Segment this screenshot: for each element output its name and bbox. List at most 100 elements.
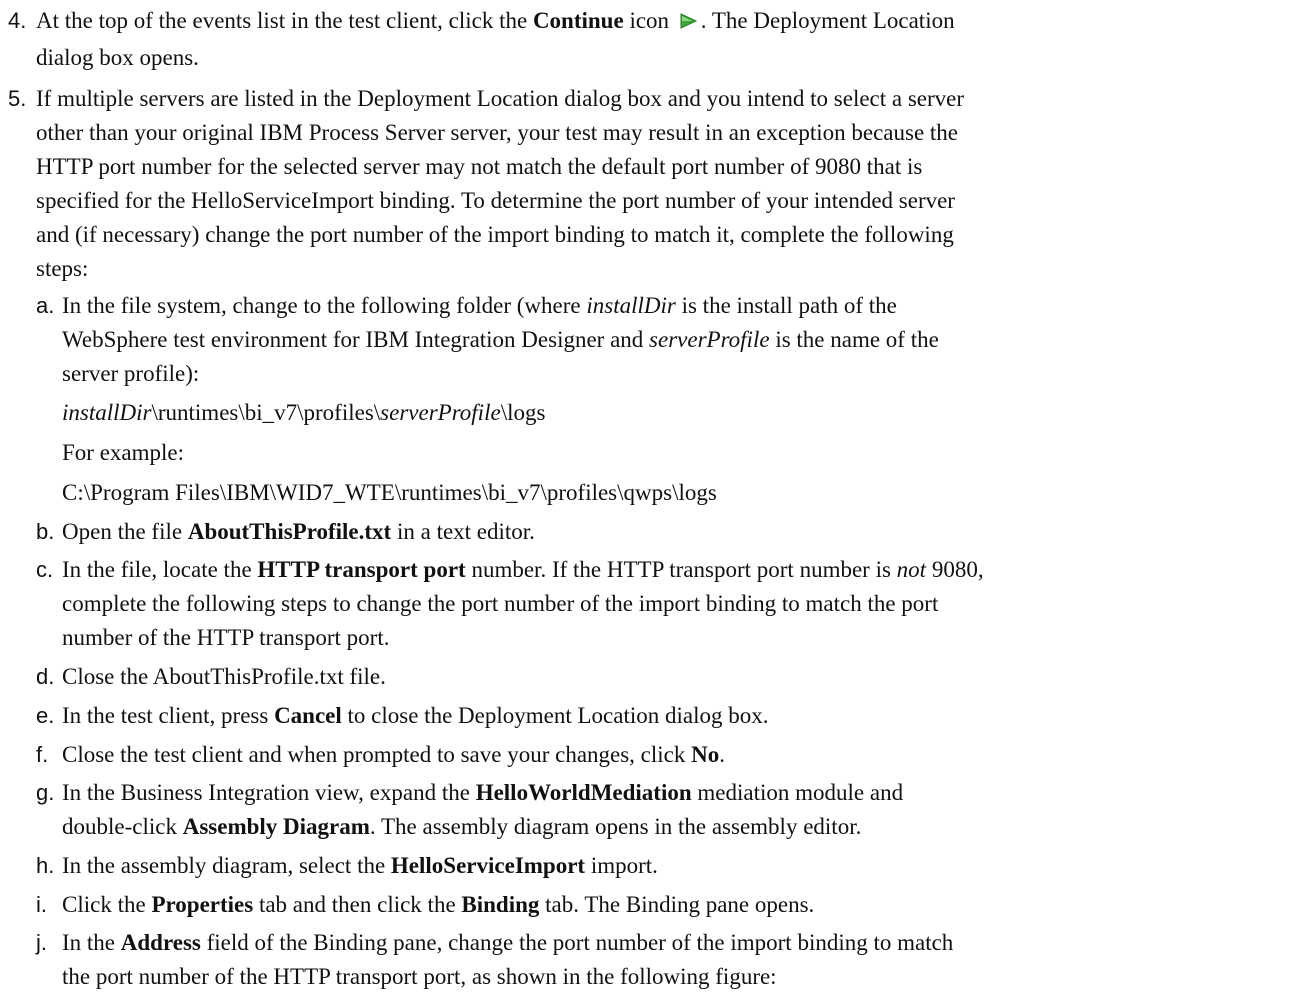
text-run: . The Deployment Location xyxy=(700,8,955,33)
text-line: At the top of the events list in the tes… xyxy=(36,4,955,41)
text-line: specified for the HelloServiceImport bin… xyxy=(36,184,964,218)
bold-term: Assembly Diagram xyxy=(182,814,370,839)
substep-letter: a. xyxy=(36,293,55,318)
text-run: . xyxy=(719,742,726,767)
text-run: In the Business Integration view, expand… xyxy=(62,780,476,805)
example-label: For example: xyxy=(62,436,184,470)
text-run: At the top of the events list in the tes… xyxy=(36,8,533,33)
path-template: installDir\runtimes\bi_v7\profiles\serve… xyxy=(62,396,545,430)
text-run: Close the AboutThisProfile.txt file. xyxy=(62,664,386,689)
text-run: number of the HTTP transport port. xyxy=(62,625,390,650)
text-run: other than your original IBM Process Ser… xyxy=(36,120,958,145)
text-run: HTTP port number for the selected server… xyxy=(36,154,923,179)
text-run: In the assembly diagram, select the xyxy=(62,853,391,878)
text-line: In the assembly diagram, select the Hell… xyxy=(62,849,658,883)
text-run: In the file, locate the xyxy=(62,557,258,582)
bold-term: Binding xyxy=(461,892,540,917)
italic-term: not xyxy=(896,557,927,582)
substep-text: In the Address field of the Binding pane… xyxy=(62,926,953,994)
text-line: Close the test client and when prompted … xyxy=(62,738,725,772)
text-run: Open the file xyxy=(62,519,188,544)
step-number: 5. xyxy=(8,86,27,111)
text-run: In the test client, press xyxy=(62,703,275,728)
text-line: dialog box opens. xyxy=(36,41,955,75)
bold-term: Cancel xyxy=(274,703,342,728)
text-run: If multiple servers are listed in the De… xyxy=(36,86,965,111)
text-run: Click the xyxy=(62,892,152,917)
text-run: specified for the HelloServiceImport bin… xyxy=(36,188,955,213)
text-run: In the file system, change to the follow… xyxy=(62,293,587,318)
step-text: At the top of the events list in the tes… xyxy=(36,4,955,75)
text-line: the port number of the HTTP transport po… xyxy=(62,960,953,994)
text-line: WebSphere test environment for IBM Integ… xyxy=(62,323,939,357)
text-line: For example: xyxy=(62,436,184,470)
text-run: to close the Deployment Location dialog … xyxy=(341,703,769,728)
text-run: 9080, xyxy=(926,557,984,582)
text-line: In the Business Integration view, expand… xyxy=(62,776,903,810)
text-run: dialog box opens. xyxy=(36,45,199,70)
text-line: double-click Assembly Diagram. The assem… xyxy=(62,810,903,844)
substep-text: Close the test client and when prompted … xyxy=(62,738,725,772)
text-run: number. If the HTTP transport port numbe… xyxy=(465,557,897,582)
step-number: 4. xyxy=(8,8,27,33)
substep-text: In the file, locate the HTTP transport p… xyxy=(62,553,984,655)
bold-term: HTTP transport port xyxy=(257,557,466,582)
bold-term: AboutThisProfile.txt xyxy=(187,519,392,544)
italic-term: installDir xyxy=(586,293,676,318)
text-line: steps: xyxy=(36,252,964,286)
italic-term: serverProfile xyxy=(380,400,501,425)
text-line: In the Address field of the Binding pane… xyxy=(62,926,953,960)
substep-letter: f. xyxy=(36,742,49,767)
substep-letter: d. xyxy=(36,664,55,689)
text-run: the port number of the HTTP transport po… xyxy=(62,964,777,989)
continue-icon xyxy=(677,7,699,41)
substep-letter: i. xyxy=(36,892,47,917)
substep-letter: h. xyxy=(36,853,55,878)
text-run: and (if necessary) change the port numbe… xyxy=(36,222,954,247)
text-run: field of the Binding pane, change the po… xyxy=(200,930,954,955)
text-line: If multiple servers are listed in the De… xyxy=(36,82,964,116)
text-run: tab and then click the xyxy=(253,892,462,917)
text-run: Close the test client and when prompted … xyxy=(62,742,692,767)
bold-term: No xyxy=(691,742,720,767)
text-run: server profile): xyxy=(62,361,200,386)
step-text: If multiple servers are listed in the De… xyxy=(36,82,964,286)
italic-term: installDir xyxy=(62,400,152,425)
text-line: complete the following steps to change t… xyxy=(62,587,984,621)
text-run: . The assembly diagram opens in the asse… xyxy=(369,814,862,839)
text-run: WebSphere test environment for IBM Integ… xyxy=(62,327,650,352)
bold-term: HelloWorldMediation xyxy=(475,780,692,805)
substep-letter: j. xyxy=(36,930,47,955)
text-line: other than your original IBM Process Ser… xyxy=(36,116,964,150)
substep-text: Open the file AboutThisProfile.txt in a … xyxy=(62,515,535,549)
substep-text: Close the AboutThisProfile.txt file. xyxy=(62,660,386,694)
text-run: tab. The Binding pane opens. xyxy=(539,892,815,917)
bold-term: HelloServiceImport xyxy=(390,853,586,878)
substep-letter: b. xyxy=(36,519,55,544)
substep-text: Click the Properties tab and then click … xyxy=(62,888,814,922)
substep-text: In the Business Integration view, expand… xyxy=(62,776,903,844)
text-line: Open the file AboutThisProfile.txt in a … xyxy=(62,515,535,549)
text-line: server profile): xyxy=(62,357,939,391)
substep-letter: c. xyxy=(36,557,54,582)
text-run: mediation module and xyxy=(691,780,904,805)
text-run: in a text editor. xyxy=(391,519,535,544)
text-run: C:\Program Files\IBM\WID7_WTE\runtimes\b… xyxy=(62,480,717,505)
text-run: For example: xyxy=(62,440,184,465)
text-line: installDir\runtimes\bi_v7\profiles\serve… xyxy=(62,396,545,430)
text-run: is the name of the xyxy=(769,327,939,352)
text-line: In the file, locate the HTTP transport p… xyxy=(62,553,984,587)
text-run: import. xyxy=(585,853,658,878)
text-run: steps: xyxy=(36,256,89,281)
text-run: In the xyxy=(62,930,121,955)
bold-term: Address xyxy=(120,930,201,955)
text-line: Click the Properties tab and then click … xyxy=(62,888,814,922)
text-line: number of the HTTP transport port. xyxy=(62,621,984,655)
text-run: \runtimes\bi_v7\profiles\ xyxy=(151,400,381,425)
text-line: C:\Program Files\IBM\WID7_WTE\runtimes\b… xyxy=(62,476,717,510)
text-line: In the file system, change to the follow… xyxy=(62,289,939,323)
text-run: icon xyxy=(623,8,675,33)
substep-text: In the assembly diagram, select the Hell… xyxy=(62,849,658,883)
text-line: In the test client, press Cancel to clos… xyxy=(62,699,768,733)
substep-text: In the test client, press Cancel to clos… xyxy=(62,699,768,733)
